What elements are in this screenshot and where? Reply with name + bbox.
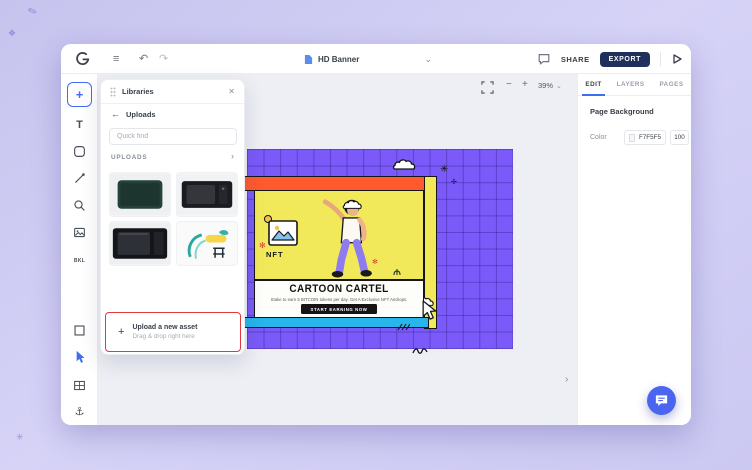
asset-thumbnail-illustration[interactable] (176, 221, 238, 266)
asset-thumbnail-microwave[interactable] (109, 221, 171, 266)
chat-icon (655, 395, 668, 406)
table-tool[interactable] (69, 375, 90, 396)
color-hex-value: F7F5F5 (638, 134, 661, 141)
fit-screen-icon[interactable] (481, 81, 494, 99)
upload-cta-subtitle: Drag & drop right here (132, 333, 195, 340)
menu-icon[interactable]: ≡ (113, 44, 119, 74)
help-chat-button[interactable] (647, 386, 676, 415)
topbar-actions: SHARE EXPORT (537, 44, 683, 74)
upload-asset-dropzone[interactable]: + Upload a new asset Drag & drop right h… (105, 312, 241, 352)
scribble-doodle-icon (412, 342, 428, 360)
cloud-shape (342, 198, 364, 216)
banner-cta-label: START EARNING NOW (310, 306, 368, 312)
search-input[interactable] (109, 128, 237, 145)
zoom-tool[interactable] (69, 195, 90, 216)
picture-frame-graphic[interactable] (268, 220, 298, 251)
libraries-header: Libraries ✕ (101, 80, 244, 104)
tab-edit[interactable]: EDIT (582, 74, 606, 96)
chevron-right-icon[interactable]: › (231, 151, 234, 161)
color-label: Color (590, 134, 607, 141)
undo-icon[interactable]: ↶ (139, 44, 148, 74)
color-swatch[interactable] (629, 133, 635, 142)
comment-icon[interactable] (537, 52, 551, 66)
zoom-out-icon[interactable]: − (506, 79, 512, 90)
spark-doodle-icon: ✳ (16, 432, 24, 442)
share-button[interactable]: SHARE (561, 55, 590, 64)
banner-subtitle: Stake to earn 5 BITCOIN tokens per day. … (270, 297, 408, 302)
document-switcher[interactable]: HD Banner ⌄ (304, 44, 432, 74)
chevron-down-icon: ⌄ (556, 82, 562, 90)
tab-pages[interactable]: PAGES (659, 74, 683, 96)
left-toolbar: + T BKL ⚓ (61, 74, 98, 425)
zoom-in-icon[interactable]: + (522, 79, 528, 90)
anchor-tool[interactable]: ⚓ (69, 401, 90, 422)
logo-g-icon (76, 52, 90, 66)
flower-doodle-icon: ✻ (372, 259, 378, 266)
play-icon[interactable] (671, 53, 683, 65)
back-arrow-icon: ← (111, 109, 120, 119)
shape-doodle-icon: ❖ (8, 28, 17, 38)
tab-layers[interactable]: LAYERS (617, 74, 645, 96)
uploads-section-label: UPLOADS (111, 154, 148, 161)
uploads-back-button[interactable]: ← Uploads (111, 109, 156, 119)
app-logo[interactable] (75, 51, 91, 67)
opacity-value: 100 (674, 134, 685, 141)
select-tool[interactable] (69, 347, 90, 368)
upload-cta-title: Upload a new asset (132, 324, 198, 331)
asset-thumbnail-microwave[interactable] (176, 172, 238, 217)
close-icon[interactable]: ✕ (228, 87, 235, 96)
app-window: ≡ ↶ ↷ HD Banner ⌄ SHARE EXPORT + T BKL ⚓… (61, 44, 691, 425)
libraries-title: Libraries (122, 87, 154, 96)
text-tool[interactable]: T (69, 114, 90, 135)
export-button[interactable]: EXPORT (599, 51, 650, 67)
inspector-panel: EDIT LAYERS PAGES Page Background Color … (577, 74, 691, 425)
uploads-back-label: Uploads (126, 109, 156, 119)
banner-cyan-stripe[interactable] (237, 317, 429, 331)
libraries-panel: Libraries ✕ ← Uploads UPLOADS › (100, 79, 245, 355)
cursor-pointer-graphic (422, 300, 439, 326)
redo-icon[interactable]: ↷ (159, 44, 168, 74)
banner-orange-bar[interactable] (237, 176, 429, 191)
bkl-tool[interactable]: BKL (69, 250, 90, 271)
banner-title: CARTOON CARTEL (289, 283, 389, 296)
sparkle-doodle-icon: ✢ (451, 179, 457, 186)
add-element-tool[interactable]: + (67, 82, 92, 107)
banner-text-block[interactable]: CARTOON CARTEL Stake to earn 5 BITCOIN t… (254, 280, 424, 318)
plus-icon: + (118, 326, 125, 338)
desktop-background: ✎ ❖ ✳ ≡ ↶ ↷ HD Banner ⌄ SHARE EXPORT + T… (0, 0, 752, 470)
zoom-level-value: 39% (538, 81, 554, 90)
section-title: Page Background (590, 107, 654, 116)
grass-doodle-icon (392, 262, 402, 280)
drag-grip-icon[interactable] (110, 87, 116, 97)
flower-doodle-icon: ✻ (259, 241, 266, 250)
asset-thumbnail-board[interactable] (109, 172, 171, 217)
zoom-level-dropdown[interactable]: 39% ⌄ (538, 81, 562, 90)
nft-text[interactable]: NFT (266, 250, 284, 259)
chevron-down-icon: ⌄ (424, 53, 432, 64)
line-tool[interactable] (69, 168, 90, 189)
hatch-doodle-icon (396, 318, 411, 336)
opacity-field[interactable]: 100 (670, 130, 689, 145)
topbar: ≡ ↶ ↷ HD Banner ⌄ SHARE EXPORT (61, 44, 691, 74)
image-tool[interactable] (69, 222, 90, 243)
document-title: HD Banner (318, 54, 360, 64)
frame-tool[interactable] (69, 320, 90, 341)
banner-cta-button[interactable]: START EARNING NOW (301, 304, 377, 314)
panel-collapse-chevron[interactable]: › (565, 374, 568, 385)
shape-tool[interactable] (69, 141, 90, 162)
cloud-shape (392, 158, 418, 177)
document-icon (304, 54, 313, 64)
asterisk-doodle-icon: ✳ (440, 164, 449, 175)
pencil-doodle-icon: ✎ (26, 4, 40, 20)
topbar-divider (660, 52, 661, 66)
color-value-field[interactable]: F7F5F5 (624, 130, 666, 145)
inspector-tabs: EDIT LAYERS PAGES (578, 74, 691, 96)
